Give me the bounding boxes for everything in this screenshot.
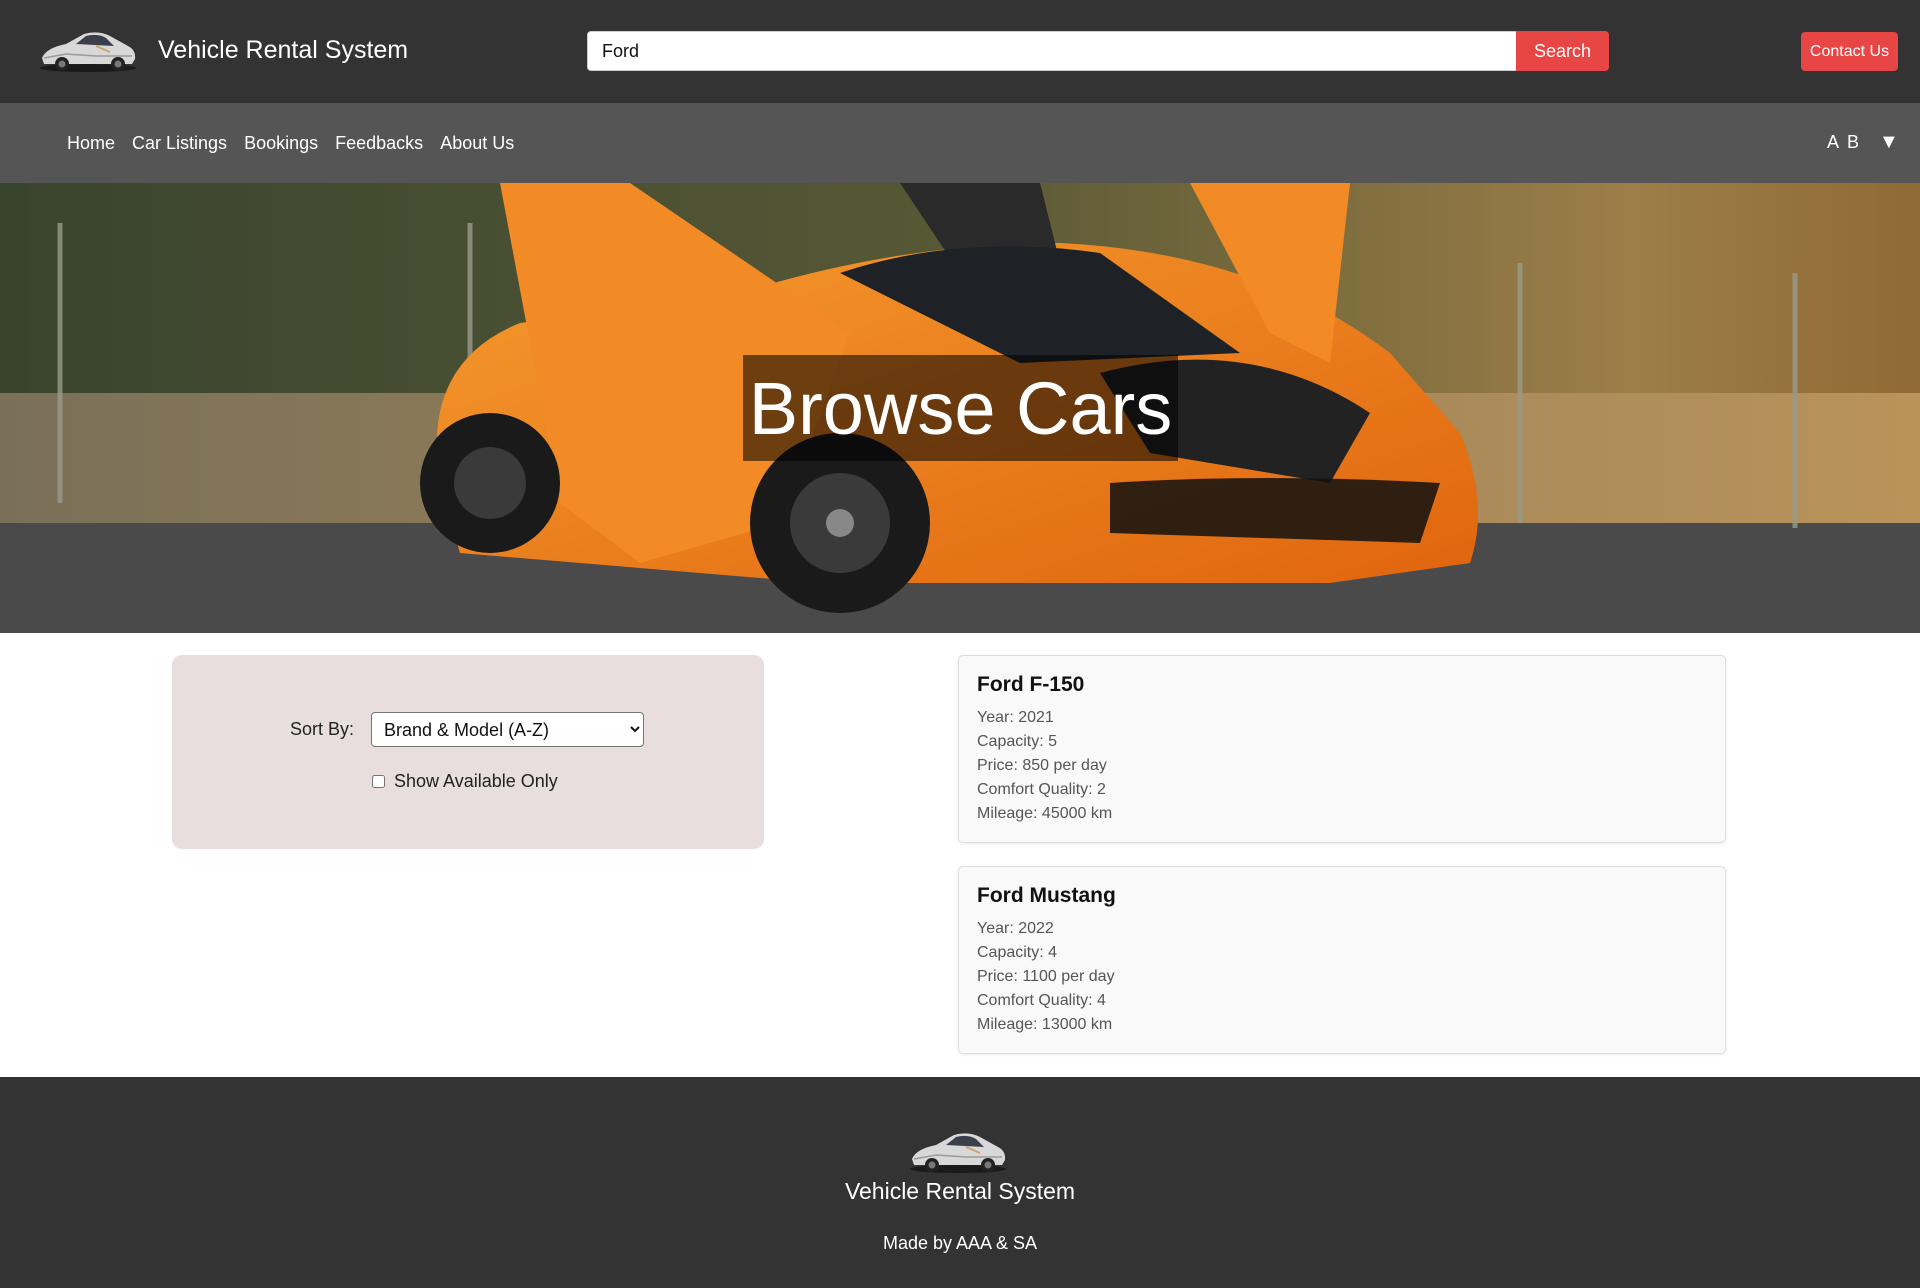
car-capacity: Capacity: 4 [977,944,1058,961]
search-button[interactable]: Search [1516,31,1609,71]
sort-label: Sort By: [290,719,355,739]
car-card[interactable]: Ford Mustang Year: 2022 Capacity: 4 Pric… [958,866,1726,1054]
search-input[interactable] [587,31,1516,71]
user-initials: A B [1827,132,1862,152]
brand[interactable]: Vehicle Rental System [36,24,408,76]
available-only-checkbox[interactable] [372,775,385,788]
footer-credits: Made by AAA & SA [882,1233,1038,1253]
car-comfort: Comfort Quality: 2 [977,781,1106,798]
page-title: Browse Cars [748,366,1173,450]
main-nav: Home Car Listings Bookings Feedbacks Abo… [0,103,1920,183]
nav-link-bookings[interactable]: Bookings [244,133,318,154]
nav-link-about-us[interactable]: About Us [440,133,514,154]
car-price: Price: 850 per day [977,757,1107,774]
user-menu[interactable]: A B ▼ [1827,131,1899,154]
hero-title-box: Browse Cars [743,355,1178,461]
nav-links: Home Car Listings Bookings Feedbacks Abo… [67,133,514,154]
nav-link-car-listings[interactable]: Car Listings [132,133,227,154]
car-mileage: Mileage: 13000 km [977,1016,1113,1033]
car-card[interactable]: Ford F-150 Year: 2021 Capacity: 5 Price:… [958,655,1726,843]
footer: Vehicle Rental System Made by AAA & SA [0,1077,1920,1288]
car-year: Year: 2022 [977,920,1054,937]
top-header: Vehicle Rental System Search Contact Us [0,0,1920,103]
filter-panel: Sort By: Brand & Model (A-Z) Show Availa… [172,655,764,849]
car-title: Ford F-150 [977,673,1085,696]
car-comfort: Comfort Quality: 4 [977,992,1106,1009]
hero-banner: Browse Cars [0,183,1920,633]
car-logo-icon [910,1133,1006,1173]
car-mileage: Mileage: 45000 km [977,805,1113,822]
car-title: Ford Mustang [977,884,1116,907]
car-year: Year: 2021 [977,709,1054,726]
available-only-row: Show Available Only [372,771,558,792]
car-capacity: Capacity: 5 [977,733,1058,750]
nav-link-feedbacks[interactable]: Feedbacks [335,133,423,154]
brand-title: Vehicle Rental System [158,35,409,64]
available-only-label[interactable]: Show Available Only [394,771,558,792]
search-bar: Search [587,31,1609,71]
car-price: Price: 1100 per day [977,968,1115,985]
caret-down-icon: ▼ [1879,131,1899,153]
contact-us-button[interactable]: Contact Us [1801,32,1898,71]
sort-select[interactable]: Brand & Model (A-Z) [371,712,644,747]
nav-link-home[interactable]: Home [67,133,115,154]
car-logo-icon [40,32,136,72]
footer-title: Vehicle Rental System [844,1178,1076,1204]
